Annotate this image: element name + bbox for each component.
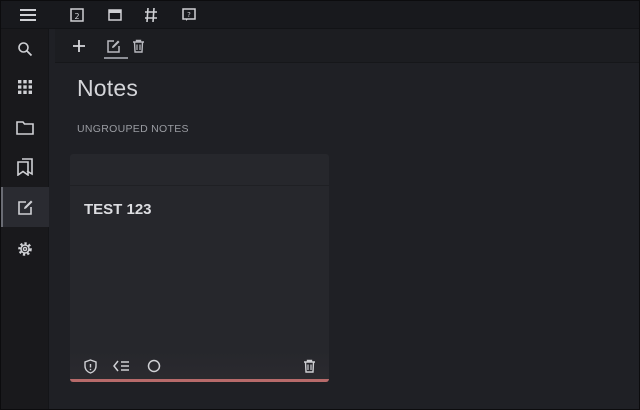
help-icon[interactable]: ? [181, 7, 197, 23]
sidebar-item-bookmarks[interactable] [1, 147, 49, 187]
section-label: UNGROUPED NOTES [77, 123, 189, 135]
search-icon [17, 41, 33, 57]
svg-text:2: 2 [74, 12, 79, 21]
grid-icon [18, 80, 32, 94]
circle-icon[interactable] [146, 358, 162, 374]
app-window: 2 ? Notes UNGROUPED NOTES TEST 123 [0, 0, 640, 410]
page-title: Notes [77, 75, 139, 101]
note-title: TEST 123 [84, 201, 152, 218]
hash-icon[interactable] [143, 6, 159, 24]
note-card-header [70, 154, 329, 186]
window-icon[interactable] [107, 7, 123, 23]
shield-icon[interactable] [82, 358, 98, 374]
reorder-icon[interactable] [112, 358, 130, 374]
edit-note-icon [18, 199, 34, 215]
sidebar-item-folders[interactable] [1, 107, 49, 147]
folder-icon [16, 120, 34, 135]
delete-note-icon[interactable] [301, 358, 317, 374]
trash-icon[interactable] [130, 38, 146, 54]
active-tool-indicator [104, 57, 128, 59]
svg-text:?: ? [187, 11, 191, 19]
note-accent-line [70, 379, 329, 382]
top-bar: 2 ? [1, 1, 639, 29]
sidebar-item-notes[interactable] [1, 187, 49, 227]
calendar-2-icon[interactable]: 2 [69, 7, 85, 23]
note-card-footer [70, 350, 329, 382]
settings-icon [16, 240, 34, 258]
bookmarks-icon [17, 158, 33, 176]
menu-icon[interactable] [17, 7, 39, 23]
plus-icon[interactable] [71, 38, 87, 54]
sidebar-item-search[interactable] [1, 29, 49, 69]
edit-icon[interactable] [106, 38, 122, 54]
sidebar-item-settings[interactable] [1, 229, 49, 269]
note-card[interactable]: TEST 123 [70, 154, 329, 382]
notes-toolbar [55, 29, 639, 63]
sidebar-item-apps[interactable] [1, 67, 49, 107]
sidebar [1, 29, 49, 409]
